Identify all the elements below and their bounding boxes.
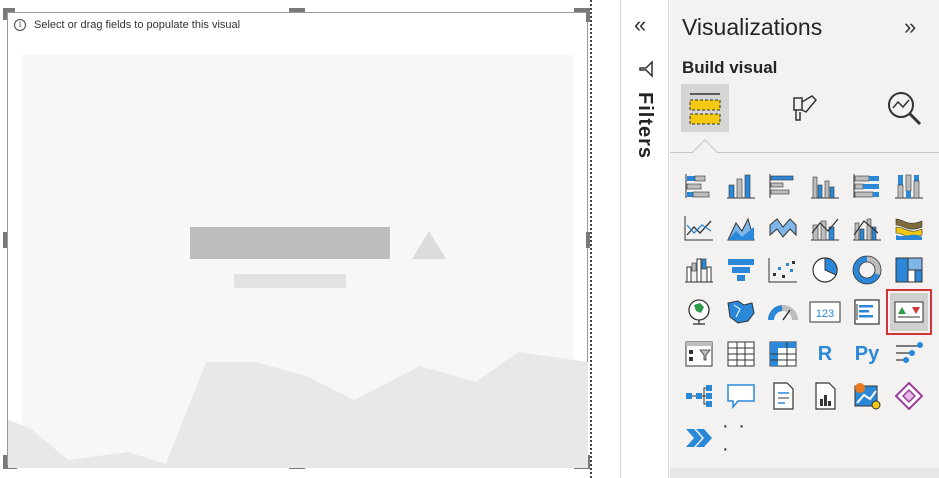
line-and-stacked-column-chart-icon[interactable] bbox=[806, 209, 844, 247]
canvas-pane-divider bbox=[590, 0, 593, 478]
filters-label[interactable]: Filters bbox=[633, 92, 656, 159]
area-chart-icon[interactable] bbox=[722, 209, 760, 247]
tab-format-visual[interactable] bbox=[780, 84, 828, 132]
smart-narrative-icon[interactable] bbox=[764, 377, 802, 415]
map-globe-icon[interactable] bbox=[680, 293, 718, 331]
100-stacked-bar-chart-icon[interactable] bbox=[848, 167, 886, 205]
svg-text:123: 123 bbox=[816, 308, 834, 320]
donut-chart-icon[interactable] bbox=[848, 251, 886, 289]
visual-hint: i Select or drag fields to populate this… bbox=[14, 19, 240, 31]
treemap-icon[interactable] bbox=[890, 251, 928, 289]
funnel-icon bbox=[639, 60, 653, 78]
active-tab-caret bbox=[692, 139, 718, 165]
clustered-column-chart-icon[interactable] bbox=[806, 167, 844, 205]
r-script-visual-icon[interactable]: R bbox=[806, 335, 844, 373]
filters-pane-collapsed[interactable]: « Filters bbox=[620, 0, 669, 478]
tab-build-fields[interactable] bbox=[681, 84, 729, 132]
pane-bottom-divider bbox=[670, 468, 939, 478]
resize-handle-left[interactable] bbox=[3, 232, 7, 248]
power-automate-icon[interactable] bbox=[680, 419, 718, 457]
table-icon[interactable] bbox=[722, 335, 760, 373]
analytics-magnifier-icon bbox=[888, 92, 922, 126]
key-influencers-icon[interactable] bbox=[890, 335, 928, 373]
multi-row-card-icon[interactable] bbox=[848, 293, 886, 331]
arcgis-map-icon[interactable] bbox=[848, 377, 886, 415]
funnel-chart-icon[interactable] bbox=[722, 251, 760, 289]
python-visual-icon[interactable]: Py bbox=[848, 335, 886, 373]
report-canvas[interactable]: i Select or drag fields to populate this… bbox=[0, 0, 590, 478]
visualizations-pane: Visualizations » Build visual 123 R Py ·… bbox=[670, 0, 939, 478]
matrix-icon[interactable] bbox=[764, 335, 802, 373]
power-bi-report-editor: i Select or drag fields to populate this… bbox=[0, 0, 939, 478]
stacked-area-chart-icon[interactable] bbox=[764, 209, 802, 247]
pie-chart-icon[interactable] bbox=[806, 251, 844, 289]
more-visuals-label: · · · bbox=[722, 415, 747, 460]
tab-analytics[interactable] bbox=[880, 84, 928, 132]
filled-map-icon[interactable] bbox=[722, 293, 760, 331]
stacked-bar-chart-icon[interactable] bbox=[680, 167, 718, 205]
stacked-column-chart-icon[interactable] bbox=[722, 167, 760, 205]
kpi-icon[interactable] bbox=[886, 289, 932, 335]
clustered-bar-chart-icon[interactable] bbox=[764, 167, 802, 205]
more-visuals-ellipsis-icon[interactable]: · · · bbox=[722, 415, 760, 460]
resize-handle-bottom-left-vertical[interactable] bbox=[3, 455, 7, 469]
line-chart-icon[interactable] bbox=[680, 209, 718, 247]
fields-icon bbox=[689, 93, 721, 125]
qa-visual-icon[interactable] bbox=[722, 377, 760, 415]
card-icon[interactable]: 123 bbox=[806, 293, 844, 331]
hint-text: Select or drag fields to populate this v… bbox=[34, 19, 241, 31]
r-script-label: R bbox=[817, 342, 833, 365]
resize-handle-top-left-vertical[interactable] bbox=[3, 8, 7, 20]
expand-double-chevron-icon[interactable]: » bbox=[904, 14, 916, 40]
collapse-double-chevron-icon[interactable]: « bbox=[634, 12, 646, 38]
info-icon: i bbox=[14, 19, 26, 31]
100-stacked-column-chart-icon[interactable] bbox=[890, 167, 928, 205]
python-label: Py bbox=[854, 342, 880, 365]
waterfall-chart-icon[interactable] bbox=[680, 251, 718, 289]
power-apps-icon[interactable] bbox=[890, 377, 928, 415]
visualizations-title: Visualizations bbox=[682, 14, 823, 40]
decomposition-tree-icon[interactable] bbox=[680, 377, 718, 415]
placeholder-bar-small bbox=[234, 274, 346, 288]
build-visual-label: Build visual bbox=[682, 58, 778, 77]
slicer-icon[interactable] bbox=[680, 335, 718, 373]
paintbrush-icon bbox=[793, 95, 818, 121]
paginated-report-icon[interactable] bbox=[806, 377, 844, 415]
placeholder-area-shape bbox=[8, 352, 588, 468]
scatter-chart-icon[interactable] bbox=[764, 251, 802, 289]
resize-handle-top[interactable] bbox=[289, 8, 305, 12]
line-and-clustered-column-chart-icon[interactable] bbox=[848, 209, 886, 247]
placeholder-triangle bbox=[412, 231, 446, 259]
ribbon-chart-icon[interactable] bbox=[890, 209, 928, 247]
gauge-icon[interactable] bbox=[764, 293, 802, 331]
placeholder-bar-large bbox=[190, 227, 390, 259]
